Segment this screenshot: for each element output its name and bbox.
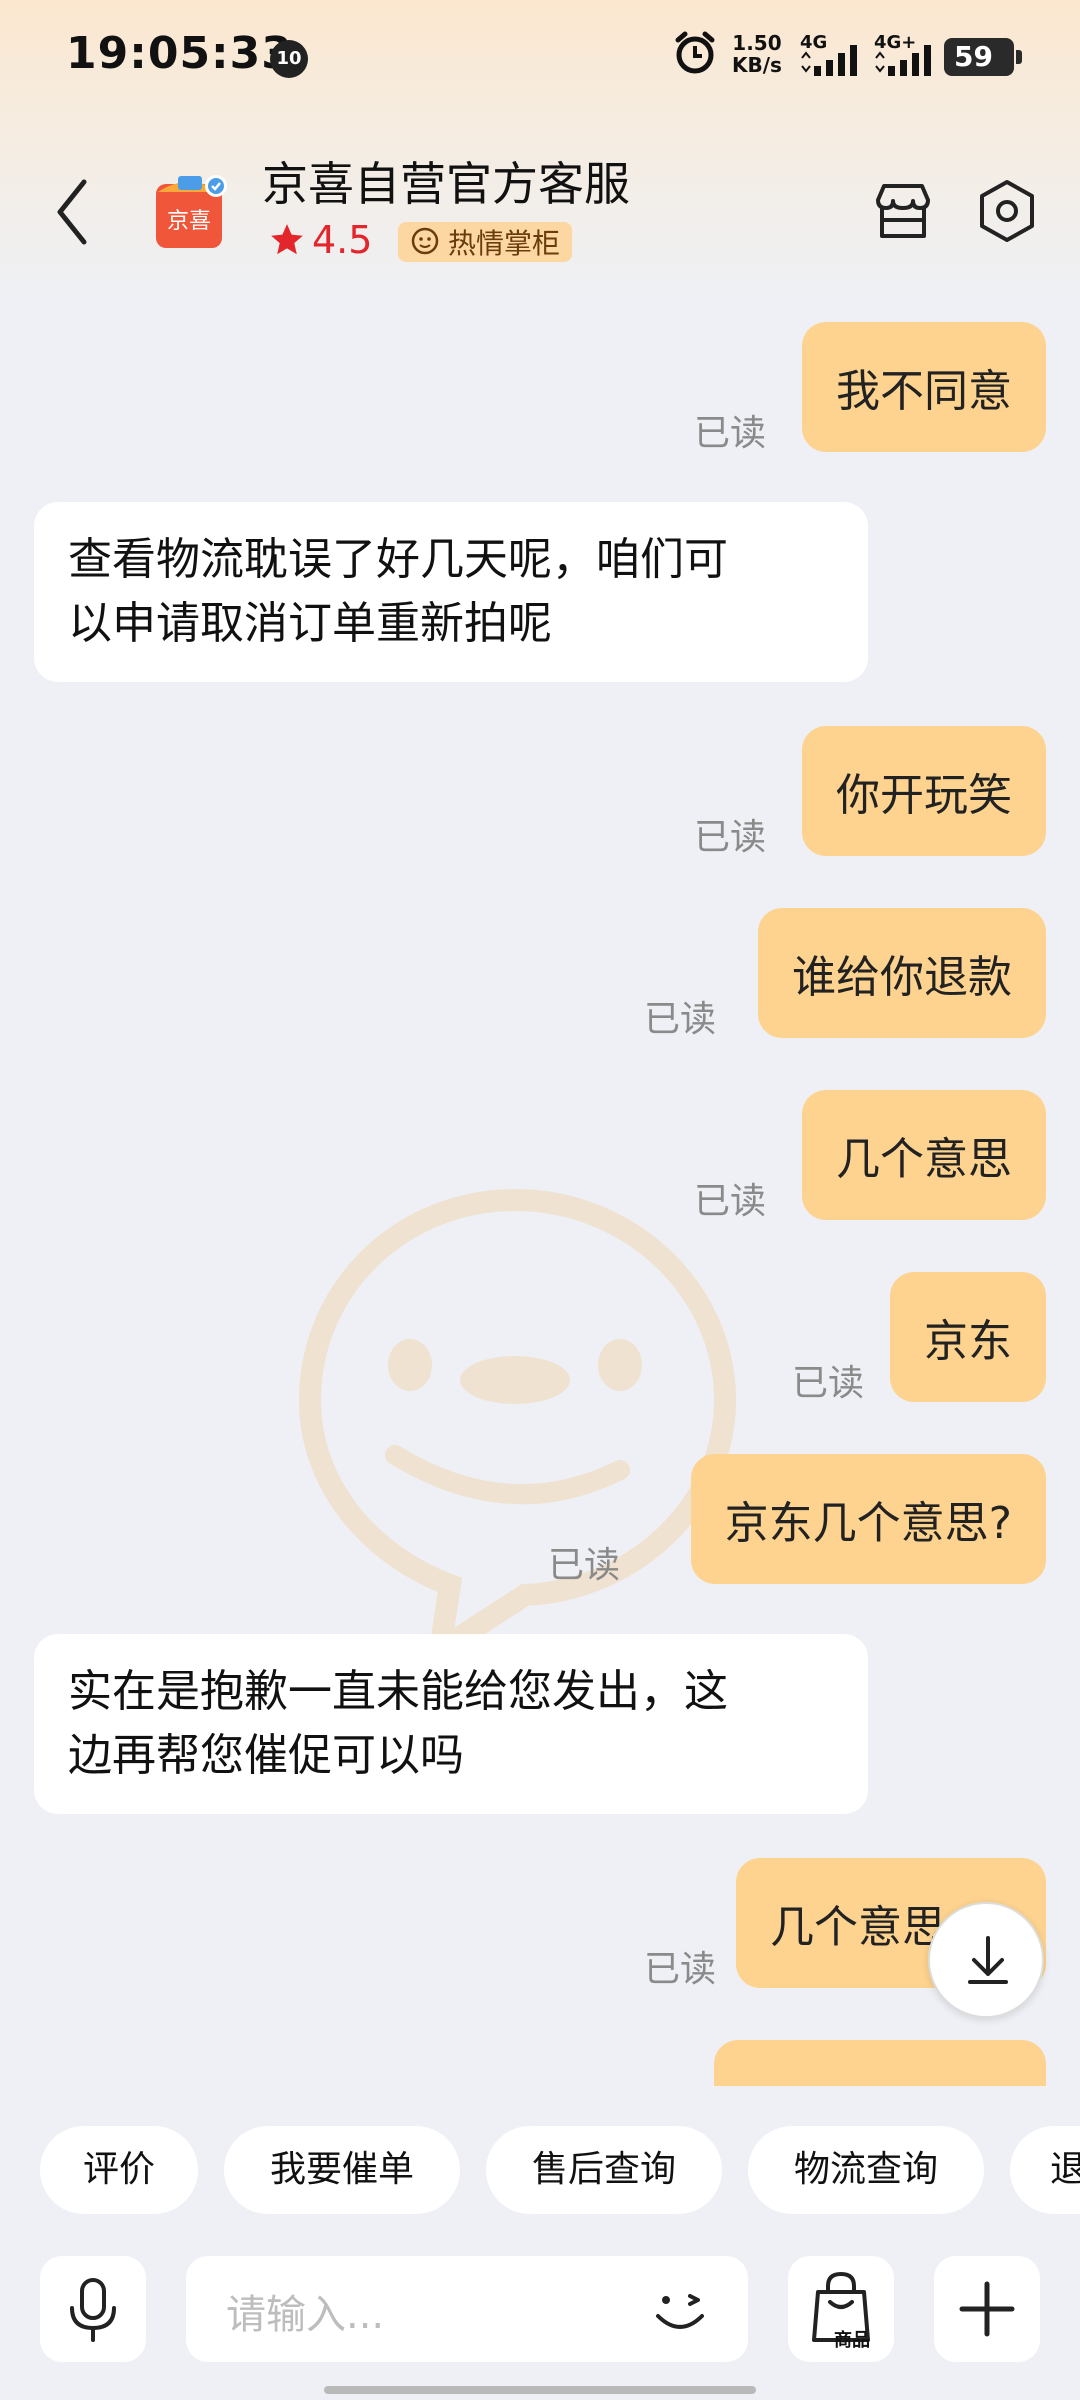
signal-icon-2: 4G+ <box>874 32 931 76</box>
status-time: 19:05:33 <box>66 28 293 79</box>
speed-unit: KB/s <box>732 53 782 77</box>
sent-message[interactable]: 你开玩笑 <box>802 726 1046 856</box>
plus-icon <box>959 2281 1015 2337</box>
chat-header: 京喜 京喜自营官方客服 4.5 热情掌柜 <box>0 140 1080 290</box>
sent-message[interactable]: 谁给你退款 <box>758 908 1046 1038</box>
watermark-mascot-icon <box>298 1188 737 1640</box>
emoji-icon[interactable] <box>640 2270 720 2350</box>
smile-badge-icon <box>411 227 439 255</box>
read-label: 已读 <box>548 1545 621 1586</box>
sent-message[interactable]: 我不同意 <box>802 322 1046 452</box>
read-label: 已读 <box>694 817 767 858</box>
status-bar: 19:05:33 10 1.50 KB/s 4G 4G+ 59 <box>0 0 1080 110</box>
message-line: 查看物流耽误了好几天呢，咱们可 <box>68 534 728 585</box>
product-label: 商品 <box>834 2330 870 2351</box>
seller-tag: 热情掌柜 <box>398 222 573 262</box>
microphone-icon <box>70 2278 116 2342</box>
read-label: 已读 <box>792 1363 865 1404</box>
voice-input-button[interactable] <box>40 2256 146 2362</box>
network-type-1: 4G <box>800 32 827 53</box>
sent-message[interactable]: 京东几个意思? <box>690 1454 1046 1584</box>
input-bar: 请输入... 商品 <box>0 2236 1080 2386</box>
quick-action-logistics[interactable]: 物流查询 <box>748 2126 984 2214</box>
rating: 4.5 <box>268 218 372 262</box>
back-arrow-icon[interactable] <box>44 172 104 252</box>
settings-icon[interactable] <box>972 176 1042 246</box>
home-indicator[interactable] <box>324 2386 756 2394</box>
network-type-2: 4G+ <box>874 32 916 53</box>
chat-area[interactable]: 已读 我不同意 查看物流耽误了好几天呢，咱们可 以申请取消订单重新拍呢 已读 你… <box>0 300 1080 2086</box>
quick-action-urge-order[interactable]: 我要催单 <box>224 2126 460 2214</box>
message-line: 以申请取消订单重新拍呢 <box>68 598 552 649</box>
shop-name: 京喜自营官方客服 <box>262 157 630 211</box>
message-input[interactable]: 请输入... <box>186 2256 748 2362</box>
star-icon <box>271 224 303 255</box>
received-message[interactable]: 查看物流耽误了好几天呢，咱们可 以申请取消订单重新拍呢 <box>34 502 868 682</box>
arrow-down-icon <box>968 1936 1008 1984</box>
notification-badge: 10 <box>270 40 308 78</box>
alarm-icon <box>675 31 715 74</box>
sent-message[interactable]: 几个意思 <box>802 1090 1046 1220</box>
product-button[interactable]: 商品 <box>788 2256 894 2362</box>
signal-icon: 4G <box>800 32 857 76</box>
input-placeholder: 请输入... <box>226 2292 385 2338</box>
quick-actions-bar: 评价 我要催单 售后查询 物流查询 退 <box>0 2118 1080 2218</box>
scroll-to-bottom-button[interactable] <box>928 1902 1044 2018</box>
rating-value: 4.5 <box>312 218 373 262</box>
read-label: 已读 <box>694 1181 767 1222</box>
logo-text: 京喜 <box>167 209 211 234</box>
message-line: 边再帮您催促可以吗 <box>68 1730 464 1781</box>
read-label: 已读 <box>644 1949 717 1990</box>
quick-action-after-sales[interactable]: 售后查询 <box>486 2126 722 2214</box>
store-icon[interactable] <box>868 176 938 246</box>
quick-action-refund[interactable]: 退 <box>1010 2126 1080 2214</box>
network-speed: 1.50 KB/s <box>732 32 782 76</box>
sent-message[interactable]: 京东 <box>890 1272 1046 1402</box>
received-message[interactable]: 实在是抱歉一直未能给您发出，这 边再帮您催促可以吗 <box>34 1634 868 1814</box>
seller-tag-label: 热情掌柜 <box>448 227 561 260</box>
shop-logo[interactable]: 京喜 <box>148 170 234 256</box>
message-line: 实在是抱歉一直未能给您发出，这 <box>68 1666 728 1717</box>
read-label: 已读 <box>644 999 717 1040</box>
battery-indicator: 59 <box>944 38 1022 76</box>
sent-message[interactable]: 到底什么情况 <box>714 2040 1046 2086</box>
speed-value: 1.50 <box>732 31 782 55</box>
read-label: 已读 <box>694 413 767 454</box>
quick-action-review[interactable]: 评价 <box>40 2126 198 2214</box>
more-options-button[interactable] <box>934 2256 1040 2362</box>
